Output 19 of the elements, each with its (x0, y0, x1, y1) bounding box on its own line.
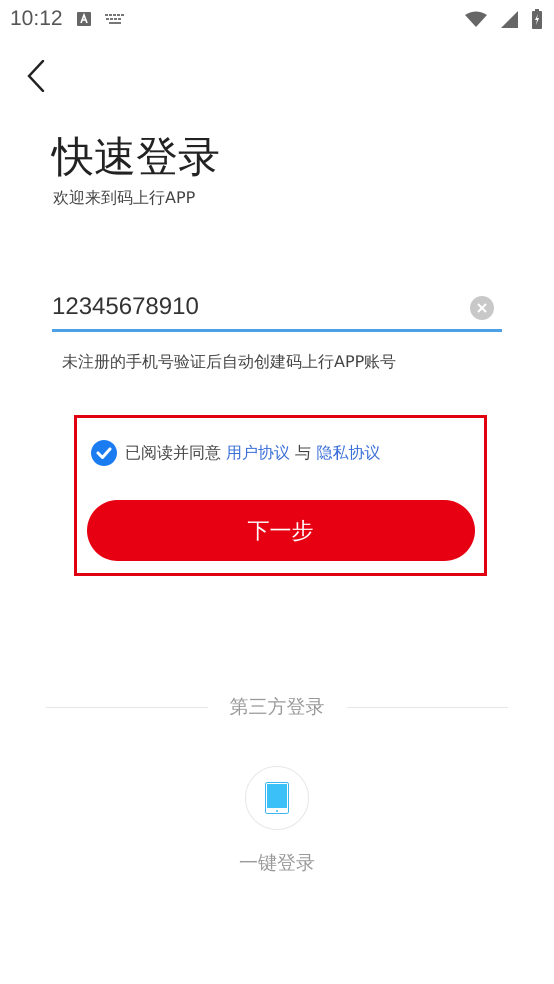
checkbox[interactable] (91, 440, 117, 466)
agreement-link[interactable]: 隐私协议 (316, 442, 380, 462)
divider-label: 第三方登录 (230, 695, 324, 720)
subtitle: 欢迎来到码上行APP (53, 188, 196, 210)
one-click-login-button[interactable] (245, 766, 309, 830)
page-title: 快速登录 (52, 132, 221, 182)
signal-icon (501, 10, 518, 28)
tablet-icon (265, 782, 289, 814)
status-time: 10:12 (10, 7, 63, 31)
hint-text: 未注册的手机号验证后自动创建码上行APP账号 (62, 352, 398, 374)
one-click-login-label: 一键登录 (239, 851, 315, 876)
battery-icon (532, 9, 542, 29)
wifi-icon (465, 11, 487, 27)
font-icon (76, 12, 91, 26)
agreement-link[interactable]: 用户协议 (226, 442, 290, 462)
keyboard-icon (104, 14, 125, 24)
agreement-text: 已阅读并同意 用户协议 与 隐私协议 (125, 442, 380, 464)
back-icon[interactable] (27, 60, 45, 92)
next-button[interactable]: 下一步 (86, 500, 474, 562)
